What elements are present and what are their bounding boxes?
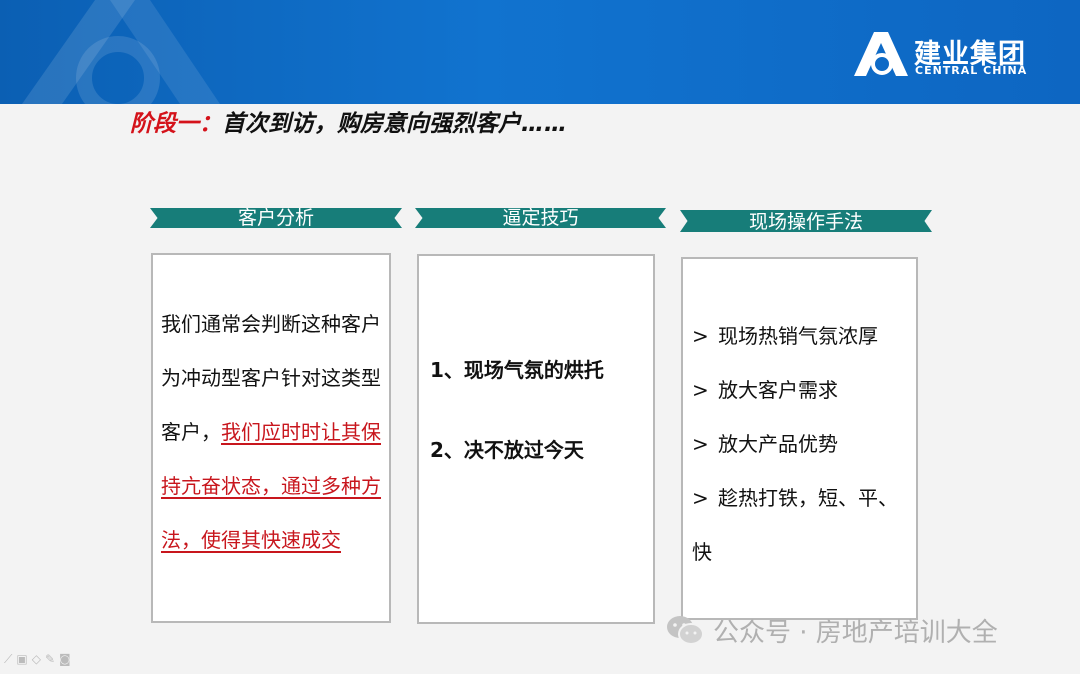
bullet-marker: >	[692, 486, 709, 510]
closing-skill-item: 2、决不放过今天	[430, 438, 584, 462]
wechat-icon	[667, 616, 704, 645]
banner-customer-analysis: 客户分析	[150, 208, 402, 228]
banner-closing-skills: 逼定技巧	[415, 208, 666, 228]
panel-customer-analysis: 我们通常会判断这种客户为冲动型客户针对这类型客户，我们应时时让其保持亢奋状态，通…	[151, 253, 391, 623]
onsite-methods-list: > 现场热销气氛浓厚 > 放大客户需求 > 放大产品优势 > 趁热打铁，短、平、快	[692, 309, 912, 579]
closing-skill-item: 1、现场气氛的烘托	[430, 358, 604, 382]
pen-icon[interactable]: ▣	[16, 652, 27, 667]
slide-title: 阶段一：首次到访，购房意向强烈客户……	[130, 104, 567, 138]
bullet-marker: >	[692, 432, 709, 456]
brand-logo: 建业集团 CENTRAL CHINA	[852, 30, 1032, 80]
camera-icon[interactable]: ◙	[59, 652, 71, 667]
header-band: 建业集团 CENTRAL CHINA	[0, 0, 1080, 104]
bullet-marker: >	[692, 324, 709, 348]
central-china-logo-icon	[854, 32, 908, 76]
eraser-icon[interactable]: ◇	[32, 652, 41, 667]
stage-label: 阶段一：	[130, 111, 222, 137]
bullet-marker: >	[692, 378, 709, 402]
customer-analysis-text: 我们通常会判断这种客户为冲动型客户针对这类型客户，我们应时时让其保持亢奋状态，通…	[161, 297, 381, 567]
header-decoration	[22, 0, 220, 104]
list-item: > 放大产品优势	[692, 417, 912, 471]
watermark: 公众号 · 房地产培训大全	[665, 612, 998, 648]
pointer-icon[interactable]: ⟋	[4, 652, 12, 667]
list-item: > 趁热打铁，短、平、快	[692, 471, 912, 579]
presentation-toolbar: ⟋ ▣ ◇ ✎ ◙	[4, 652, 71, 667]
watermark-text: 公众号 · 房地产培训大全	[713, 617, 998, 648]
list-item: > 放大客户需求	[692, 363, 912, 417]
brand-name-en: CENTRAL CHINA	[915, 64, 1028, 77]
highlighter-icon[interactable]: ✎	[45, 652, 55, 667]
banner-onsite-methods: 现场操作手法	[680, 210, 932, 232]
list-item: > 现场热销气氛浓厚	[692, 309, 912, 363]
panel-onsite-methods: > 现场热销气氛浓厚 > 放大客户需求 > 放大产品优势 > 趁热打铁，短、平、快	[681, 257, 918, 620]
panel-closing-skills: 1、现场气氛的烘托 2、决不放过今天	[417, 254, 655, 624]
title-text: 首次到访，购房意向强烈客户……	[222, 111, 567, 137]
